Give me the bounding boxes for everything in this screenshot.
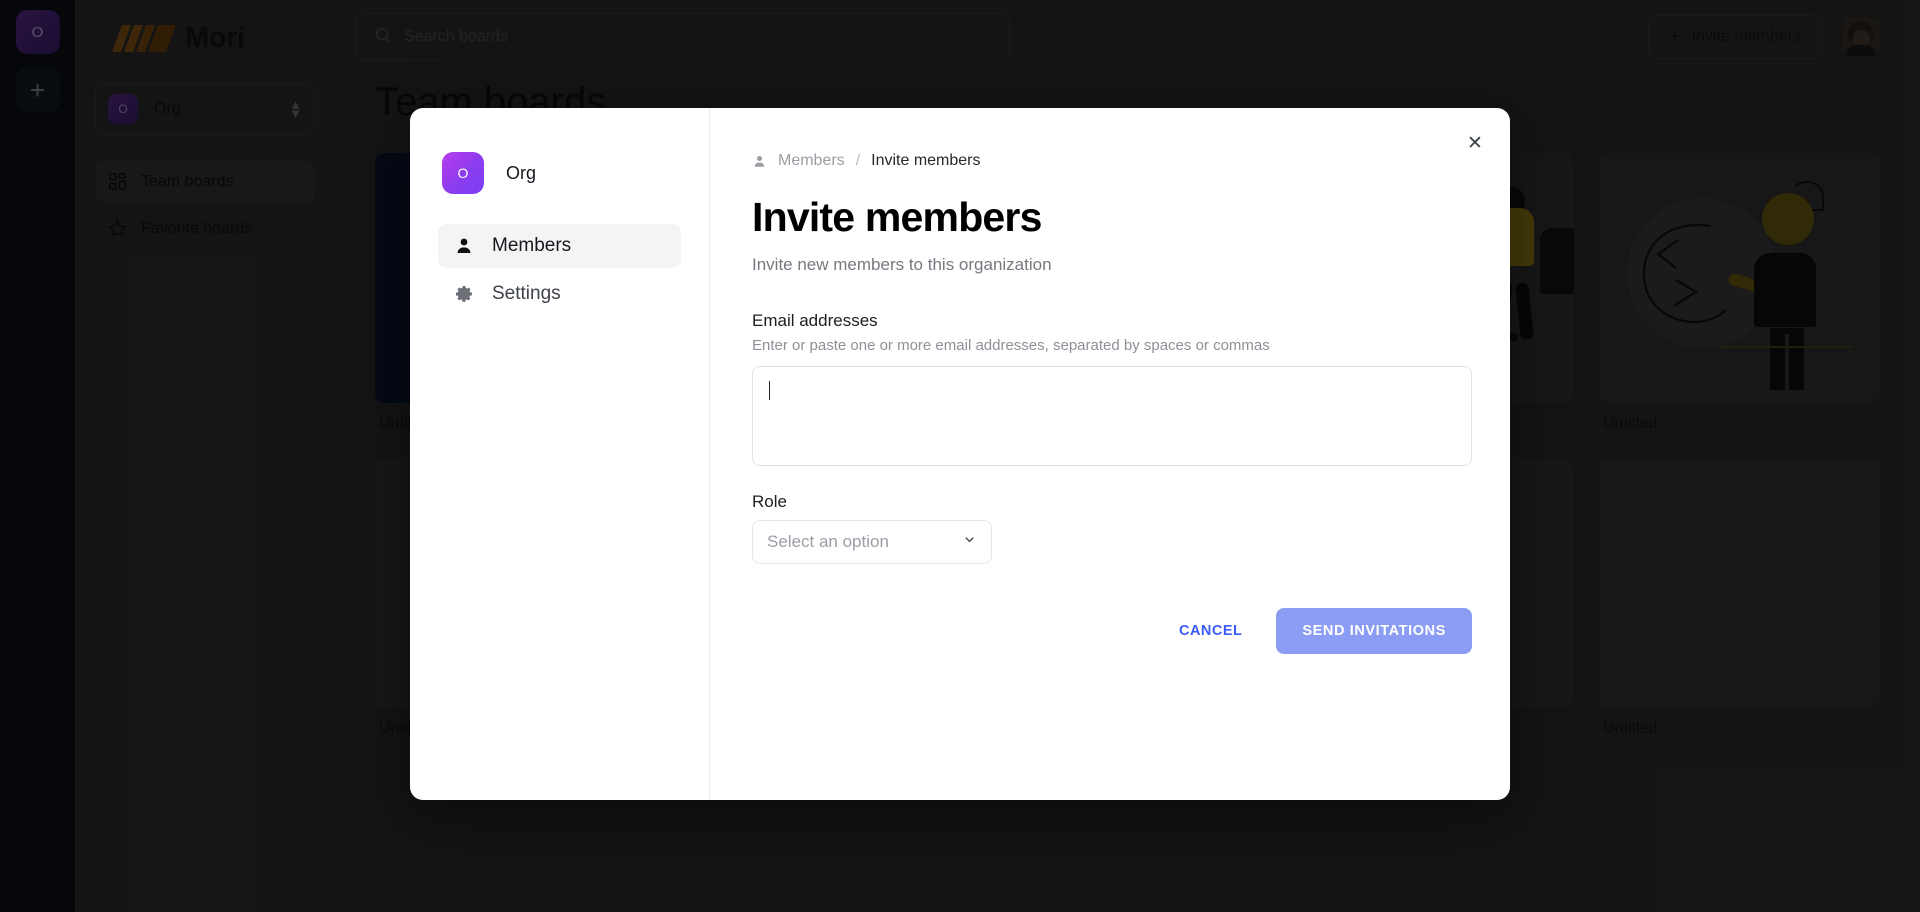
role-select-value: Select an option bbox=[767, 532, 889, 551]
email-addresses-input[interactable] bbox=[752, 366, 1472, 466]
org-avatar: O bbox=[442, 152, 484, 194]
sidebar-item-label: Settings bbox=[492, 283, 561, 304]
modal-body: Members / Invite members Invite members … bbox=[710, 108, 1510, 800]
person-icon bbox=[752, 154, 767, 169]
role-select[interactable]: Select an option bbox=[752, 520, 992, 564]
role-field-label: Role bbox=[752, 492, 787, 511]
breadcrumb-parent[interactable]: Members bbox=[778, 152, 845, 170]
chevron-down-icon bbox=[962, 532, 977, 552]
breadcrumb-separator: / bbox=[855, 152, 861, 169]
invite-members-modal: ✕ O Org Members Settings Members / Invit… bbox=[410, 108, 1510, 800]
gear-icon bbox=[454, 284, 474, 304]
email-field-label: Email addresses bbox=[752, 311, 878, 330]
text-caret bbox=[769, 381, 770, 400]
modal-overlay: ✕ O Org Members Settings Members / Invit… bbox=[0, 0, 1920, 912]
org-name: Org bbox=[506, 162, 537, 183]
close-icon[interactable]: ✕ bbox=[1458, 126, 1492, 160]
sidebar-item-settings[interactable]: Settings bbox=[438, 272, 681, 316]
sidebar-item-label: Members bbox=[492, 235, 572, 256]
email-field-help: Enter or paste one or more email address… bbox=[752, 337, 1270, 354]
modal-org-header: O Org bbox=[438, 152, 681, 194]
person-icon bbox=[454, 236, 474, 256]
cancel-button[interactable]: CANCEL bbox=[1159, 611, 1262, 651]
modal-actions: CANCEL SEND INVITATIONS bbox=[752, 608, 1472, 654]
breadcrumb-current: Invite members bbox=[871, 152, 981, 169]
modal-sidebar: O Org Members Settings bbox=[410, 108, 710, 800]
modal-subtitle: Invite new members to this organization bbox=[752, 255, 1052, 274]
modal-title: Invite members bbox=[752, 194, 1042, 240]
send-invitations-button[interactable]: SEND INVITATIONS bbox=[1276, 608, 1472, 654]
sidebar-item-members[interactable]: Members bbox=[438, 224, 681, 268]
breadcrumb: Members / Invite members bbox=[752, 152, 1454, 170]
